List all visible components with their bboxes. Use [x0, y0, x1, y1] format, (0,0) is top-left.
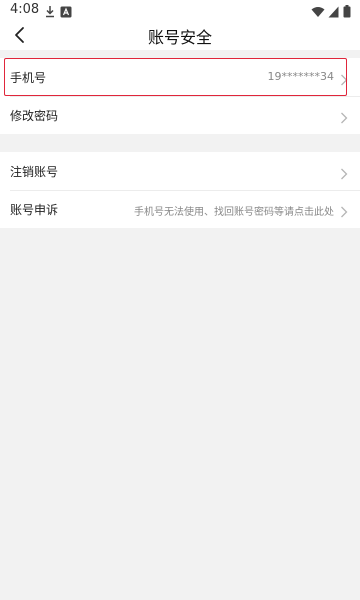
- change-password-label: 修改密码: [10, 109, 59, 123]
- change-password-row[interactable]: 修改密码: [0, 96, 360, 134]
- status-time: 4:08: [10, 2, 40, 17]
- account-group-1: 手机号 19*******34 修改密码: [0, 58, 360, 134]
- cancel-account-row[interactable]: 注销账号: [0, 152, 360, 190]
- appeal-label: 账号申诉: [10, 203, 59, 217]
- cancel-account-label: 注销账号: [10, 165, 59, 179]
- navigation-bar: 账号安全: [0, 20, 360, 50]
- chevron-right-icon: [340, 71, 348, 86]
- account-group-2: 注销账号 账号申诉 手机号无法使用、找回账号密码等请点击此处: [0, 152, 360, 228]
- chevron-right-icon: [340, 165, 348, 180]
- phone-row[interactable]: 手机号 19*******34: [0, 58, 360, 96]
- status-bar: 4:08: [0, 0, 360, 20]
- phone-label: 手机号: [10, 71, 47, 85]
- chevron-right-icon: [340, 203, 348, 218]
- phone-value: 19*******34: [267, 70, 335, 83]
- appeal-hint: 手机号无法使用、找回账号密码等请点击此处: [134, 207, 334, 218]
- chevron-right-icon: [340, 109, 348, 124]
- appeal-row[interactable]: 账号申诉 手机号无法使用、找回账号密码等请点击此处: [0, 190, 360, 228]
- page-title: 账号安全: [147, 28, 212, 47]
